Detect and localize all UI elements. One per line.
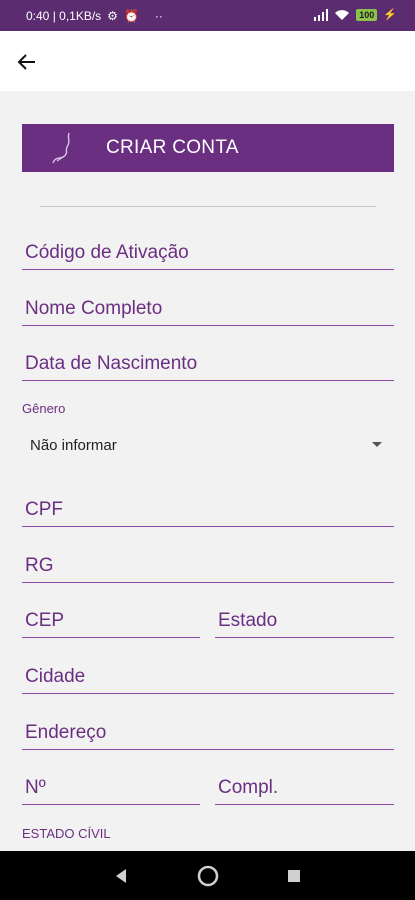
triangle-back-icon [116, 869, 126, 883]
input-underline [22, 526, 394, 527]
gender-label: Gênero [22, 401, 66, 416]
system-navigation-bar [0, 851, 415, 900]
input-underline [215, 804, 394, 805]
more-notifications-icon: ·· [154, 9, 163, 23]
number-label: Nº [25, 777, 46, 798]
full-name-field[interactable]: Nome Completo [22, 286, 394, 326]
rg-field[interactable]: RG [22, 543, 394, 583]
alarm-icon: ⏰ [123, 9, 139, 23]
cpf-label: CPF [25, 499, 63, 520]
full-name-label: Nome Completo [25, 298, 163, 319]
input-underline [22, 693, 394, 694]
nav-recents-button[interactable] [281, 863, 307, 889]
rg-label: RG [25, 555, 54, 576]
birth-date-field[interactable]: Data de Nascimento [22, 341, 394, 381]
nav-back-button[interactable] [108, 863, 134, 889]
state-label: Estado [218, 610, 278, 631]
nav-home-button[interactable] [195, 863, 221, 889]
signal-icon [314, 8, 329, 21]
input-underline [22, 637, 200, 638]
page-title: CRIAR CONTA [106, 137, 239, 158]
input-underline [22, 325, 394, 326]
activation-code-label: Código de Ativação [25, 242, 189, 263]
complement-field[interactable]: Compl. [215, 765, 394, 805]
address-label: Endereço [25, 722, 107, 743]
battery-indicator: 100 [356, 8, 378, 21]
address-field[interactable]: Endereço [22, 710, 394, 750]
back-button[interactable] [12, 47, 42, 77]
status-bar: 0:40 | 0,1KB/s ⚙ ⏰ ·· 100 ⚡ [0, 0, 415, 31]
divider [40, 206, 376, 207]
number-field[interactable]: Nº [22, 765, 200, 805]
city-field[interactable]: Cidade [22, 654, 394, 694]
app-bar [0, 31, 415, 91]
cep-field[interactable]: CEP [22, 598, 200, 638]
sync-icon: ⚙ [107, 9, 118, 23]
square-recents-icon [288, 870, 300, 882]
input-underline [22, 804, 200, 805]
input-underline [22, 380, 394, 381]
input-underline [215, 637, 394, 638]
cep-label: CEP [25, 610, 65, 631]
state-field[interactable]: Estado [215, 598, 394, 638]
brand-logo-icon [42, 124, 86, 172]
arrow-left-icon [17, 54, 35, 70]
status-right: 100 ⚡ [314, 8, 397, 21]
gender-value: Não informar [30, 437, 117, 454]
marital-status-label: ESTADO CÍVIL [22, 826, 111, 841]
wifi-icon [335, 9, 350, 20]
charging-icon: ⚡ [383, 9, 397, 21]
activation-code-field[interactable]: Código de Ativação [22, 230, 394, 270]
create-account-banner: CRIAR CONTA [22, 124, 394, 172]
gender-select[interactable]: Não informar [22, 428, 394, 464]
cpf-field[interactable]: CPF [22, 487, 394, 527]
status-time: 0:40 | 0,1KB/s [26, 9, 102, 23]
dropdown-caret-icon [372, 442, 382, 447]
birth-date-label: Data de Nascimento [25, 353, 198, 374]
input-underline [22, 749, 394, 750]
input-underline [22, 582, 394, 583]
circle-home-icon [197, 865, 219, 887]
status-left: 0:40 | 0,1KB/s ⚙ ⏰ ·· [26, 9, 163, 23]
input-underline [22, 269, 394, 270]
city-label: Cidade [25, 666, 86, 687]
complement-label: Compl. [218, 777, 279, 798]
